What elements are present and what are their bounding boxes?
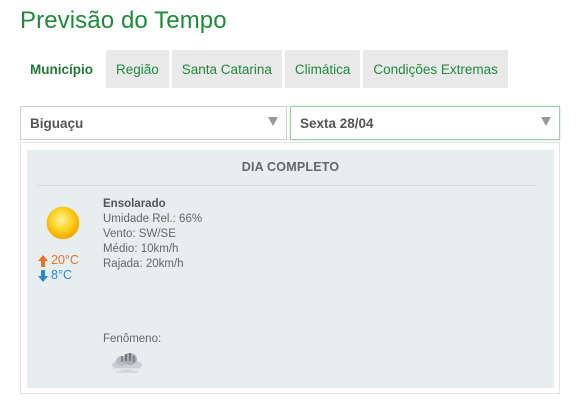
fog-cloud-icon — [112, 353, 142, 373]
day-select[interactable]: Sexta 28/04 — [290, 106, 560, 140]
city-select-value: Biguaçu — [30, 115, 84, 131]
temperature-block: 20°C 8°C — [38, 253, 79, 283]
section-title: DIA COMPLETO — [241, 160, 340, 174]
sun-icon — [46, 206, 80, 240]
arrow-up-icon — [38, 254, 48, 267]
temp-min-row: 8°C — [38, 268, 79, 283]
tab-climatica[interactable]: Climática — [284, 50, 361, 88]
chevron-down-icon — [268, 117, 278, 126]
temp-max-row: 20°C — [38, 253, 79, 268]
tab-municipio[interactable]: Município — [20, 50, 103, 88]
avg-speed-text: Médio: 10km/h — [103, 243, 179, 255]
tab-condicoes-extremas[interactable]: Condições Extremas — [363, 50, 508, 88]
day-select-value: Sexta 28/04 — [300, 115, 374, 131]
temp-min: 8°C — [51, 268, 72, 282]
phenomenon-label: Fenômeno: — [103, 333, 162, 345]
chevron-down-icon — [541, 117, 551, 126]
tab-bar: Município Região Santa Catarina Climátic… — [20, 50, 511, 88]
tab-regiao[interactable]: Região — [106, 50, 169, 88]
humidity-text: Umidade Rel.: 66% — [103, 213, 203, 225]
gust-text: Rajada: 20km/h — [103, 258, 184, 270]
temp-max: 20°C — [51, 253, 79, 267]
forecast-details: Ensolarado Umidade Rel.: 66% Vento: SW/S… — [103, 197, 202, 272]
arrow-down-icon — [38, 269, 48, 282]
wind-text: Vento: SW/SE — [103, 228, 176, 240]
city-select[interactable]: Biguaçu — [20, 106, 287, 140]
page-title: Previsão do Tempo — [20, 7, 227, 34]
tab-santa-catarina[interactable]: Santa Catarina — [171, 50, 282, 88]
condition-text: Ensolarado — [103, 198, 166, 210]
forecast-card: DIA COMPLETO 20°C 8°C Ensolarado Umidade… — [27, 150, 554, 388]
forecast-panel: DIA COMPLETO 20°C 8°C Ensolarado Umidade… — [20, 142, 560, 394]
divider — [37, 185, 537, 186]
